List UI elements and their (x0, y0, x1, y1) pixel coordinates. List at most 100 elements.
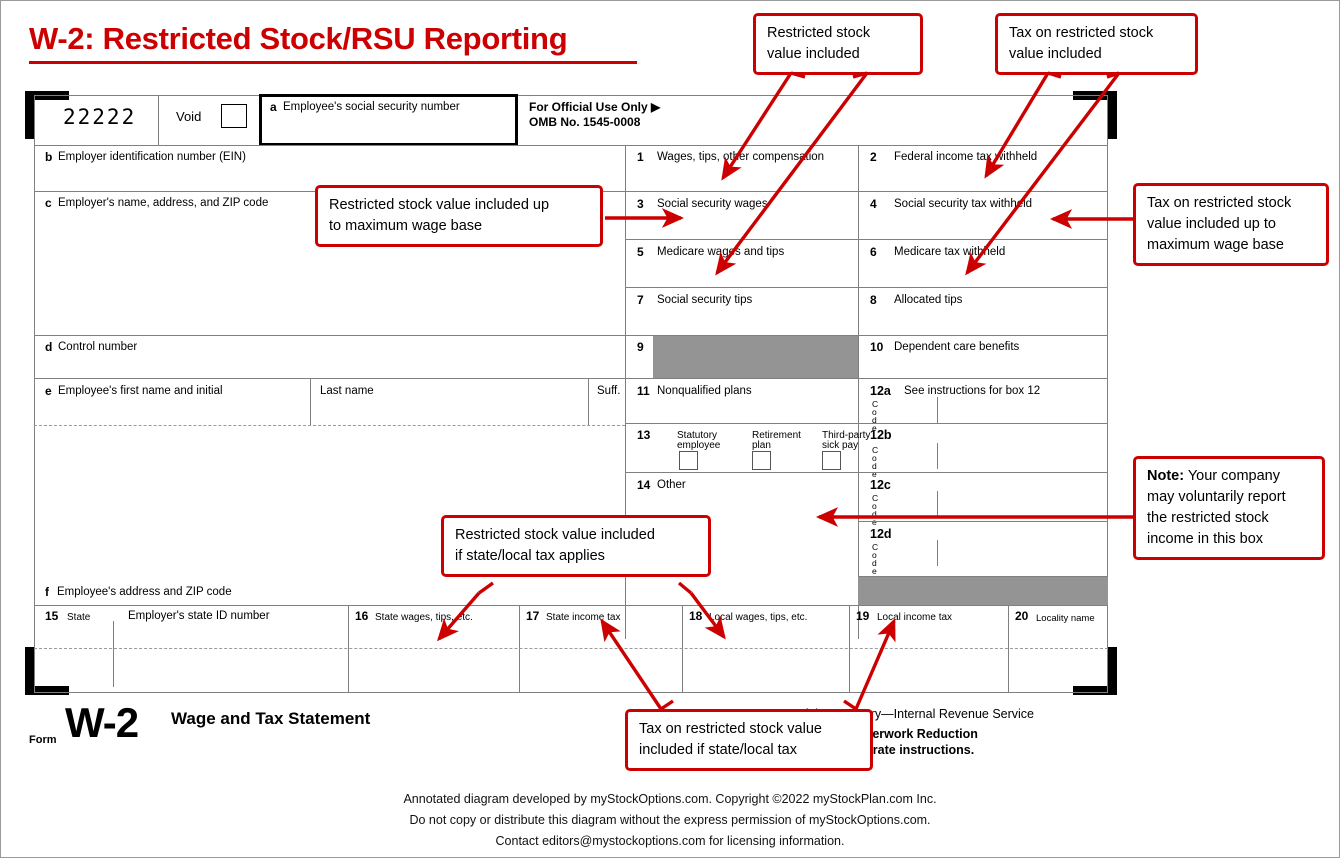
box-12d-code-e: e (872, 566, 877, 576)
rule-below-c (34, 335, 625, 336)
credit-line-3: Contact editors@mystockoptions.com for l… (495, 834, 845, 848)
box-5-num: 5 (637, 245, 644, 259)
box-9-gray-fill (653, 336, 858, 378)
box-f-letter: f (45, 585, 49, 599)
box-18-label: Local wages, tips, etc. (709, 612, 808, 623)
box-6-num: 6 (870, 245, 877, 259)
rule-below-9 (625, 378, 1108, 379)
rule-below-12c (858, 521, 1108, 522)
gray-strip-above-19 (858, 577, 1108, 605)
box-10-label: Dependent care benefits (894, 341, 1020, 353)
box-1-label: Wages, tips, other compensation (657, 151, 825, 163)
box-e-letter: e (45, 384, 52, 398)
box-19-label: Local income tax (877, 612, 953, 623)
box-13-statutory-checkbox[interactable] (679, 451, 698, 470)
page-root: W-2: Restricted Stock/RSU Reporting 2222… (0, 0, 1340, 858)
callout-line: income in this box (1147, 531, 1264, 547)
frame-bottom (34, 692, 1108, 693)
box-12a-code-divider (937, 397, 938, 423)
box-e-lastname-label: Last name (320, 385, 374, 397)
box-12c-code-e: e (872, 517, 877, 527)
callout-line: the restricted stock (1147, 510, 1269, 526)
box-12c-code-divider (937, 491, 938, 517)
box-4-num: 4 (870, 197, 877, 211)
callout-line: value included up to (1147, 216, 1276, 232)
rule-below-d (34, 378, 625, 379)
box-12a-num: 12a (870, 384, 891, 398)
void-label: Void (176, 109, 202, 124)
rule-below-12a (858, 423, 1108, 424)
box-8-num: 8 (870, 293, 877, 307)
box-b-letter: b (45, 150, 53, 164)
box-12c-num: 12c (870, 478, 891, 492)
form-word-label: Form (29, 734, 57, 746)
frame-top (34, 95, 1108, 96)
box-12a-label: See instructions for box 12 (904, 385, 1041, 397)
box-12d-num: 12d (870, 527, 892, 541)
callout-tax-state-local: Tax on restricted stock value included i… (625, 709, 873, 771)
callout-line: Tax on restricted stock value (639, 721, 822, 737)
box-c-label: Employer's name, address, and ZIP code (58, 197, 269, 209)
box-12b-num: 12b (870, 428, 892, 442)
box-15-label: State (67, 612, 91, 623)
box-2-label: Federal income tax withheld (894, 151, 1038, 163)
callout-tax-max-wage-base: Tax on restricted stock value included u… (1133, 183, 1329, 266)
rule-below-f (34, 605, 1108, 606)
omb-number: OMB No. 1545-0008 (529, 115, 641, 129)
box-e-label: Employee's first name and initial (58, 385, 223, 397)
callout-line: if state/local tax applies (455, 548, 605, 564)
divider-firstname-lastname (310, 378, 311, 425)
credit-line-2: Do not copy or distribute this diagram w… (409, 813, 931, 827)
form-title-label: Wage and Tax Statement (171, 709, 371, 728)
divider-control-void (158, 95, 159, 145)
callout-line: Your company (1184, 468, 1280, 484)
box-13-retirement-checkbox[interactable] (752, 451, 771, 470)
box-17-label: State income tax (546, 612, 621, 623)
box-10-num: 10 (870, 340, 884, 354)
box-18-num: 18 (689, 609, 703, 623)
callout-restricted-stock-value-included: Restricted stock value included (753, 13, 923, 75)
rule-below-12b (858, 472, 1108, 473)
corner-mark-bl2 (25, 686, 69, 695)
corner-mark-tl2 (25, 91, 34, 139)
callout-note-box-12: Note: Your company may voluntarily repor… (1133, 456, 1325, 560)
official-use-label: For Official Use Only ▶ (529, 100, 661, 114)
box-17-num: 17 (526, 609, 540, 623)
corner-mark-br2 (1073, 686, 1117, 695)
box-3-label: Social security wages (657, 198, 768, 210)
box-a-label: Employee's social security number (283, 101, 460, 113)
corner-mark-tr2 (1108, 91, 1117, 139)
divider-col2-col3 (858, 145, 859, 639)
callout-restricted-stock-state-local: Restricted stock value included if state… (441, 515, 711, 577)
title-underline (29, 61, 637, 64)
void-checkbox[interactable] (221, 104, 247, 128)
callout-line: may voluntarily report (1147, 489, 1286, 505)
box-12b-code-divider (937, 443, 938, 469)
box-7-label: Social security tips (657, 294, 753, 306)
box-b-label: Employer identification number (EIN) (58, 151, 246, 163)
credit-line-1: Annotated diagram developed by myStockOp… (403, 792, 937, 806)
box-20-label: Locality name (1036, 613, 1095, 624)
box-e-suffix-label: Suff. (597, 385, 621, 397)
box-2-num: 2 (870, 150, 877, 164)
box-16-label: State wages, tips, etc. (375, 612, 473, 623)
callout-line: Tax on restricted stock (1009, 25, 1154, 41)
box-7-num: 7 (637, 293, 644, 307)
callout-line: Restricted stock value included up (329, 197, 550, 213)
box-14-num: 14 (637, 478, 651, 492)
callout-line: Tax on restricted stock (1147, 195, 1292, 211)
rule-below-5 (625, 287, 1108, 288)
box-11-num: 11 (637, 384, 650, 398)
callout-restricted-stock-max-wage-base: Restricted stock value included up to ma… (315, 185, 603, 247)
callout-line: maximum wage base (1147, 237, 1284, 253)
callout-line: Restricted stock value included (455, 527, 655, 543)
box-f-label: Employee's address and ZIP code (57, 586, 232, 598)
box-19-num: 19 (856, 609, 870, 623)
divider-lastname-suffix (588, 378, 589, 425)
box-13-thirdparty-checkbox[interactable] (822, 451, 841, 470)
box-4-label: Social security tax withheld (894, 198, 1033, 210)
frame-left (34, 95, 35, 693)
box-6-label: Medicare tax withheld (894, 246, 1006, 258)
box-d-letter: d (45, 340, 53, 354)
note-bold-prefix: Note: (1147, 468, 1185, 484)
